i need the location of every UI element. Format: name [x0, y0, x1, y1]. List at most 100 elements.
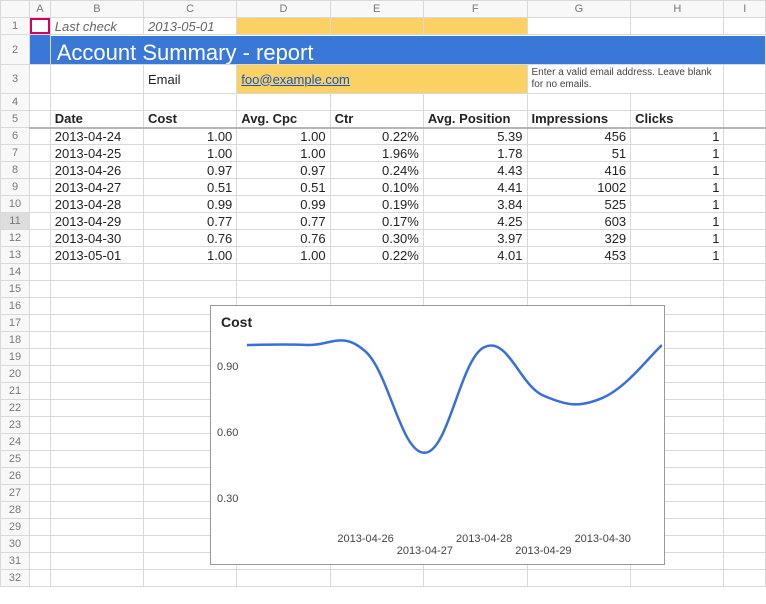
row-header[interactable]: 27	[1, 485, 30, 502]
cell[interactable]	[30, 417, 51, 434]
cell[interactable]: Avg. Position	[423, 111, 527, 128]
cell[interactable]: 329	[527, 230, 631, 247]
row-header[interactable]: 16	[1, 298, 30, 315]
cell[interactable]	[50, 536, 143, 553]
cell[interactable]	[724, 298, 766, 315]
cell[interactable]	[724, 570, 766, 587]
cell[interactable]	[527, 281, 631, 298]
cell[interactable]	[50, 94, 143, 111]
row-header[interactable]: 8	[1, 162, 30, 179]
col-header[interactable]: H	[631, 1, 724, 18]
cell[interactable]	[30, 332, 51, 349]
cell[interactable]: 2013-04-24	[50, 128, 143, 145]
cell[interactable]	[631, 281, 724, 298]
cell[interactable]	[30, 315, 51, 332]
cell[interactable]	[724, 128, 766, 145]
cost-chart[interactable]: Cost 0.300.600.902013-04-262013-04-27201…	[210, 305, 665, 565]
col-header[interactable]: F	[423, 1, 527, 18]
row-header[interactable]: 12	[1, 230, 30, 247]
cell[interactable]	[330, 570, 423, 587]
cell[interactable]: 2013-05-01	[144, 18, 237, 35]
cell[interactable]	[144, 570, 237, 587]
row-header[interactable]: 5	[1, 111, 30, 128]
cell[interactable]	[50, 281, 143, 298]
cell[interactable]: Date	[50, 111, 143, 128]
cell[interactable]	[330, 94, 423, 111]
cell[interactable]	[30, 400, 51, 417]
cell[interactable]	[30, 553, 51, 570]
cell[interactable]: Clicks	[631, 111, 724, 128]
cell[interactable]: 0.19%	[330, 196, 423, 213]
cell[interactable]	[50, 315, 143, 332]
row-header[interactable]: 24	[1, 434, 30, 451]
cell[interactable]: 0.97	[144, 162, 237, 179]
cell[interactable]	[237, 18, 330, 35]
row-header[interactable]: 2	[1, 35, 30, 65]
email-cell[interactable]: foo@example.com	[237, 65, 527, 94]
cell[interactable]: 1.00	[144, 128, 237, 145]
cell[interactable]	[50, 451, 143, 468]
cell[interactable]	[50, 264, 143, 281]
cell[interactable]	[724, 145, 766, 162]
cell[interactable]	[50, 553, 143, 570]
cell[interactable]	[237, 281, 330, 298]
cell[interactable]	[30, 247, 51, 264]
cell[interactable]	[30, 145, 51, 162]
cell[interactable]: 4.25	[423, 213, 527, 230]
cell[interactable]: 2013-04-29	[50, 213, 143, 230]
cell[interactable]	[50, 65, 143, 94]
cell[interactable]	[724, 519, 766, 536]
col-header[interactable]: I	[724, 1, 766, 18]
cell[interactable]	[50, 468, 143, 485]
cell[interactable]	[724, 111, 766, 128]
cell[interactable]	[50, 400, 143, 417]
row-header[interactable]: 29	[1, 519, 30, 536]
col-header[interactable]: C	[144, 1, 237, 18]
cell[interactable]	[724, 196, 766, 213]
row-header[interactable]: 21	[1, 383, 30, 400]
row-header[interactable]: 10	[1, 196, 30, 213]
cell[interactable]	[30, 65, 51, 94]
cell[interactable]: Avg. Cpc	[237, 111, 330, 128]
cell[interactable]	[724, 349, 766, 366]
cell[interactable]: 4.01	[423, 247, 527, 264]
cell[interactable]: 1	[631, 230, 724, 247]
cell[interactable]	[50, 366, 143, 383]
cell[interactable]: 0.77	[237, 213, 330, 230]
cell[interactable]	[724, 213, 766, 230]
cell[interactable]: 1.00	[144, 145, 237, 162]
cell[interactable]	[30, 519, 51, 536]
cell[interactable]	[30, 264, 51, 281]
cell[interactable]	[30, 451, 51, 468]
row-header[interactable]: 26	[1, 468, 30, 485]
cell[interactable]: 0.99	[237, 196, 330, 213]
cell[interactable]	[30, 111, 51, 128]
cell[interactable]	[631, 18, 724, 35]
cell[interactable]	[724, 502, 766, 519]
cell[interactable]: 2013-04-27	[50, 179, 143, 196]
col-header[interactable]: A	[30, 1, 51, 18]
cell[interactable]	[724, 94, 766, 111]
cell[interactable]: 0.22%	[330, 128, 423, 145]
cell[interactable]: 3.84	[423, 196, 527, 213]
email-link[interactable]: foo@example.com	[241, 72, 350, 87]
row-header[interactable]: 19	[1, 349, 30, 366]
cell[interactable]	[724, 434, 766, 451]
row-header[interactable]: 6	[1, 128, 30, 145]
cell[interactable]	[30, 366, 51, 383]
row-header[interactable]: 7	[1, 145, 30, 162]
cell[interactable]	[30, 213, 51, 230]
cell[interactable]: 1.78	[423, 145, 527, 162]
cell[interactable]: 2013-04-26	[50, 162, 143, 179]
cell[interactable]	[724, 230, 766, 247]
cell[interactable]	[144, 264, 237, 281]
cell[interactable]: 51	[527, 145, 631, 162]
cell[interactable]: 1	[631, 162, 724, 179]
cell[interactable]	[631, 264, 724, 281]
cell[interactable]: 603	[527, 213, 631, 230]
cell[interactable]	[423, 94, 527, 111]
cell[interactable]	[527, 18, 631, 35]
cell[interactable]	[30, 383, 51, 400]
col-header[interactable]: E	[330, 1, 423, 18]
cell[interactable]	[724, 383, 766, 400]
